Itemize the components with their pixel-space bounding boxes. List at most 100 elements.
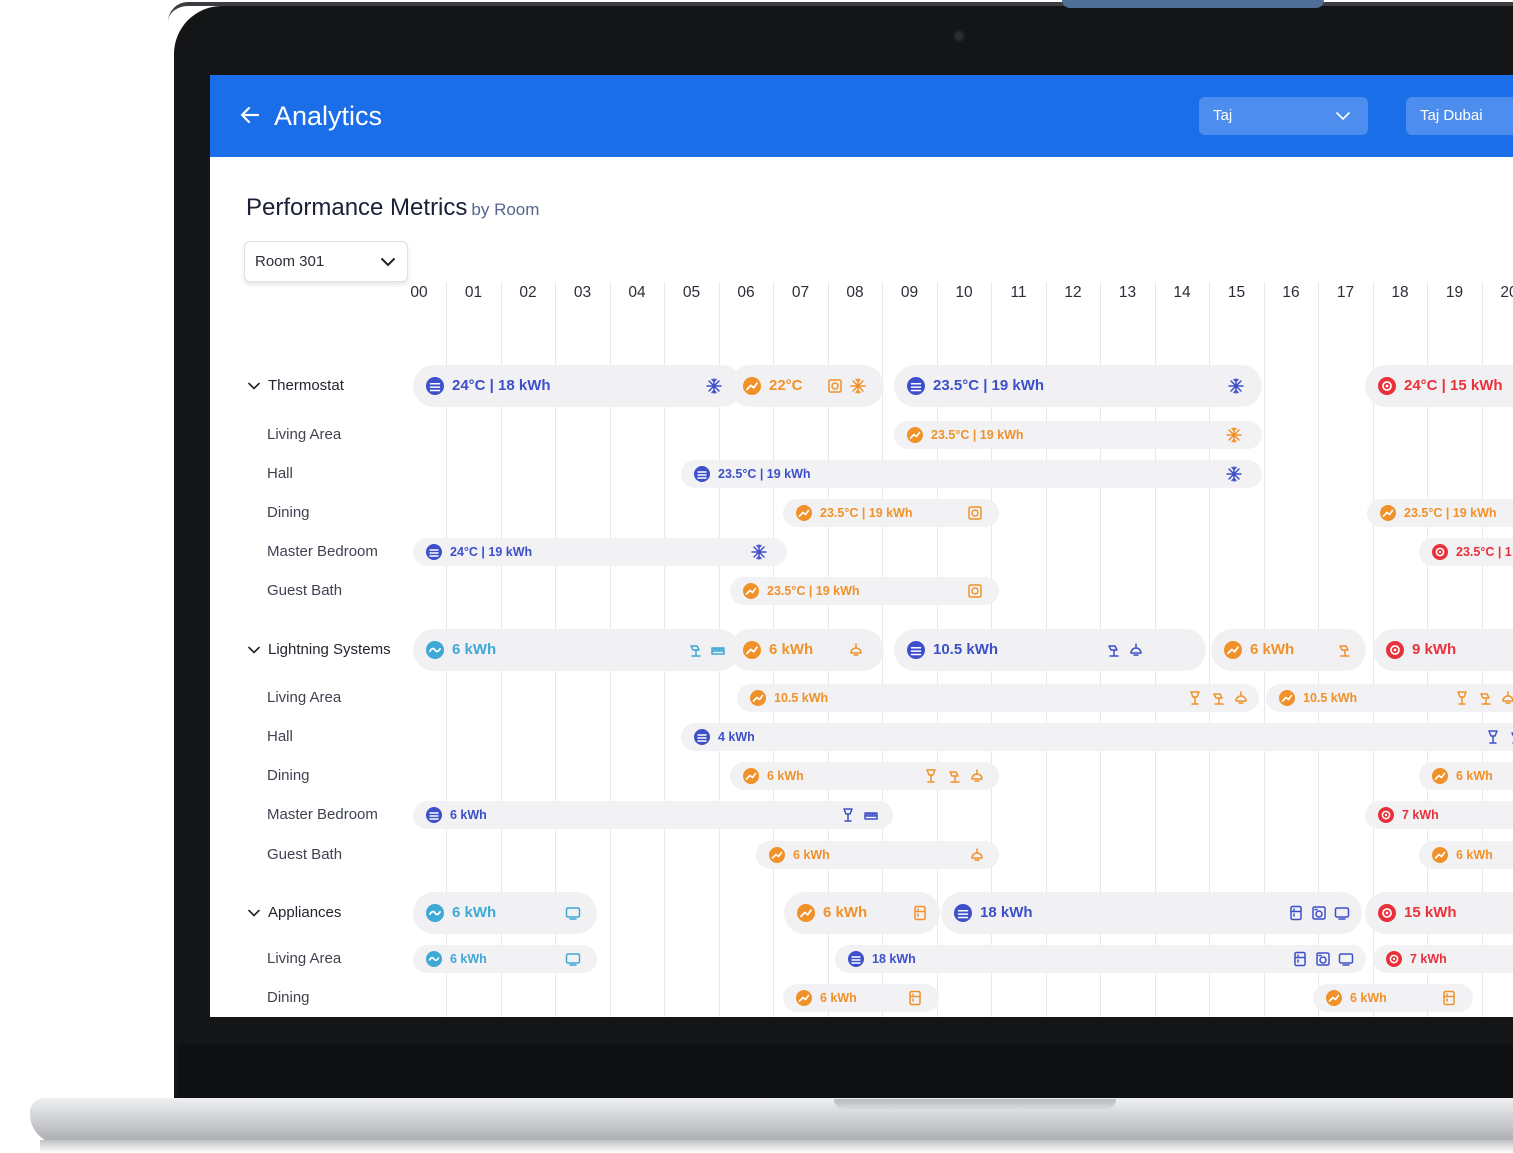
usage-bar[interactable]: 23.5°C | 19 kWh [894,421,1262,449]
usage-bar[interactable]: 6 kWh [1313,984,1473,1012]
room-label: Dining [267,767,310,784]
snowflake-icon [706,378,722,394]
hotel-dropdown[interactable]: Taj [1199,97,1368,135]
usage-bar[interactable]: 23.5°C | 19 kWh [730,577,999,605]
usage-bar[interactable]: 23.5°C | 19 kWh [1367,499,1513,527]
desk-lamp-icon [1108,645,1119,657]
room-label: Living Area [267,689,342,706]
back-arrow-icon[interactable] [238,103,262,127]
usage-bar[interactable]: 23.5°C | 19 kWh [894,365,1262,407]
usage-bar[interactable]: 4 kWh [681,723,1513,751]
usage-value: 24°C | 19 kWh [450,545,533,559]
chevron-down-icon[interactable] [248,382,260,390]
usage-bar[interactable]: 6 kWh [756,841,999,869]
usage-bar[interactable]: 6 kWh [413,629,740,671]
device-icons [706,365,722,407]
usage-bar[interactable]: 24°C | 18 kWh [413,365,742,407]
usage-bar[interactable]: 10.5 kWh [737,684,1259,712]
ceiling-light-icon [971,848,983,861]
laptop-mockup: Analytics Taj Taj Dubai Performance Metr… [0,0,1513,1153]
cool-mode-icon [907,377,925,395]
floor-lamp-icon [1457,691,1467,705]
property-dropdown[interactable]: Taj Dubai [1406,97,1513,135]
usage-bar[interactable]: 7 kWh [1373,945,1513,973]
heater-icon [968,584,982,598]
app-screen: Analytics Taj Taj Dubai Performance Metr… [210,75,1513,1017]
cool-mode-icon [848,951,864,967]
usage-bar[interactable]: 15 kWh [1365,892,1513,934]
hour-label: 03 [573,284,592,301]
device-icons [967,499,983,527]
group-label[interactable]: Appliances [248,903,341,923]
usage-bar[interactable]: 9 kWh [1373,629,1513,671]
usage-value: 18 kWh [872,952,916,966]
usage-bar[interactable]: 18 kWh [835,945,1366,973]
desk-lamp-icon [1213,693,1224,705]
warm-mode-icon [797,904,815,922]
section-subtitle: by Room [471,200,540,219]
usage-bar[interactable]: 6 kWh [413,801,893,829]
usage-bar[interactable]: 6 kWh [783,984,939,1012]
warm-mode-icon [907,427,923,443]
hour-label: 17 [1336,284,1355,301]
room-select[interactable]: Room 301 [244,241,408,282]
group-label[interactable]: Thermostat [248,376,344,396]
usage-bar[interactable]: 6 kWh [730,762,999,790]
washer-icon [1316,952,1330,966]
warm-mode-icon [796,990,812,1006]
usage-bar[interactable]: 10.5 kWh [1266,684,1513,712]
hour-label: 18 [1391,284,1409,301]
device-icons [967,577,983,605]
hour-label: 12 [1064,284,1082,301]
usage-bar[interactable]: 18 kWh [941,892,1362,934]
usage-bar[interactable]: 7 kWh [1365,801,1513,829]
device-icons [827,365,866,407]
usage-value: 23.5°C | 19 kWh [931,428,1024,442]
usage-value: 6 kWh [452,641,497,658]
device-icons [923,762,985,790]
group-label-text: Appliances [268,904,342,921]
usage-value: 6 kWh [820,991,857,1005]
usage-bar[interactable]: 6 kWh [1211,629,1366,671]
hot-mode-icon [1386,951,1402,967]
usage-bar[interactable]: 23.5°C | 19 kWh [681,460,1262,488]
usage-bar[interactable]: 23.5°C | 19 kWh [783,499,999,527]
usage-bar[interactable]: 6 kWh [1419,841,1513,869]
usage-bar[interactable]: 22°C [730,365,884,407]
room-label: Guest Bath [267,582,343,599]
usage-bar[interactable]: 6 kWh [784,892,940,934]
usage-value: 6 kWh [793,848,830,862]
usage-bar[interactable]: 6 kWh [730,629,884,671]
warm-mode-icon [743,768,759,784]
ceiling-light-icon [850,643,862,656]
usage-bar[interactable]: 6 kWh [413,892,597,934]
group-label[interactable]: Lightning Systems [248,640,391,660]
hour-label: 06 [737,284,755,301]
usage-bar[interactable]: 24°C | 19 kWh [413,538,787,566]
heater-icon [968,506,982,520]
usage-value: 9 kWh [1412,641,1457,658]
device-icons [687,629,726,671]
usage-bar[interactable]: 10.5 kWh [894,629,1206,671]
usage-value: 23.5°C | 19 kWh [933,377,1045,394]
usage-bar[interactable]: 24°C | 15 kWh [1365,365,1513,407]
teal-mode-icon [426,904,444,922]
usage-bar[interactable]: 6 kWh [413,945,597,973]
chevron-down-icon[interactable] [248,646,260,654]
usage-bar[interactable]: 23.5°C | 1 [1419,538,1513,566]
chevron-down-icon[interactable] [248,909,260,917]
laptop-base-notch [834,1099,1116,1109]
usage-value: 6 kWh [823,904,868,921]
usage-value: 4 kWh [718,730,755,744]
hot-mode-icon [1386,641,1404,659]
usage-value: 23.5°C | 1 [1456,545,1512,559]
room-label: Hall [267,465,293,482]
usage-bar[interactable]: 6 kWh [1419,762,1513,790]
laptop-shadow [40,1140,1513,1153]
snowflake-icon [850,378,866,394]
snowflake-icon [751,544,767,560]
hot-mode-icon [1378,807,1394,823]
warm-mode-icon [743,641,761,659]
cool-mode-icon [426,544,442,560]
laptop-base [30,1098,1513,1144]
